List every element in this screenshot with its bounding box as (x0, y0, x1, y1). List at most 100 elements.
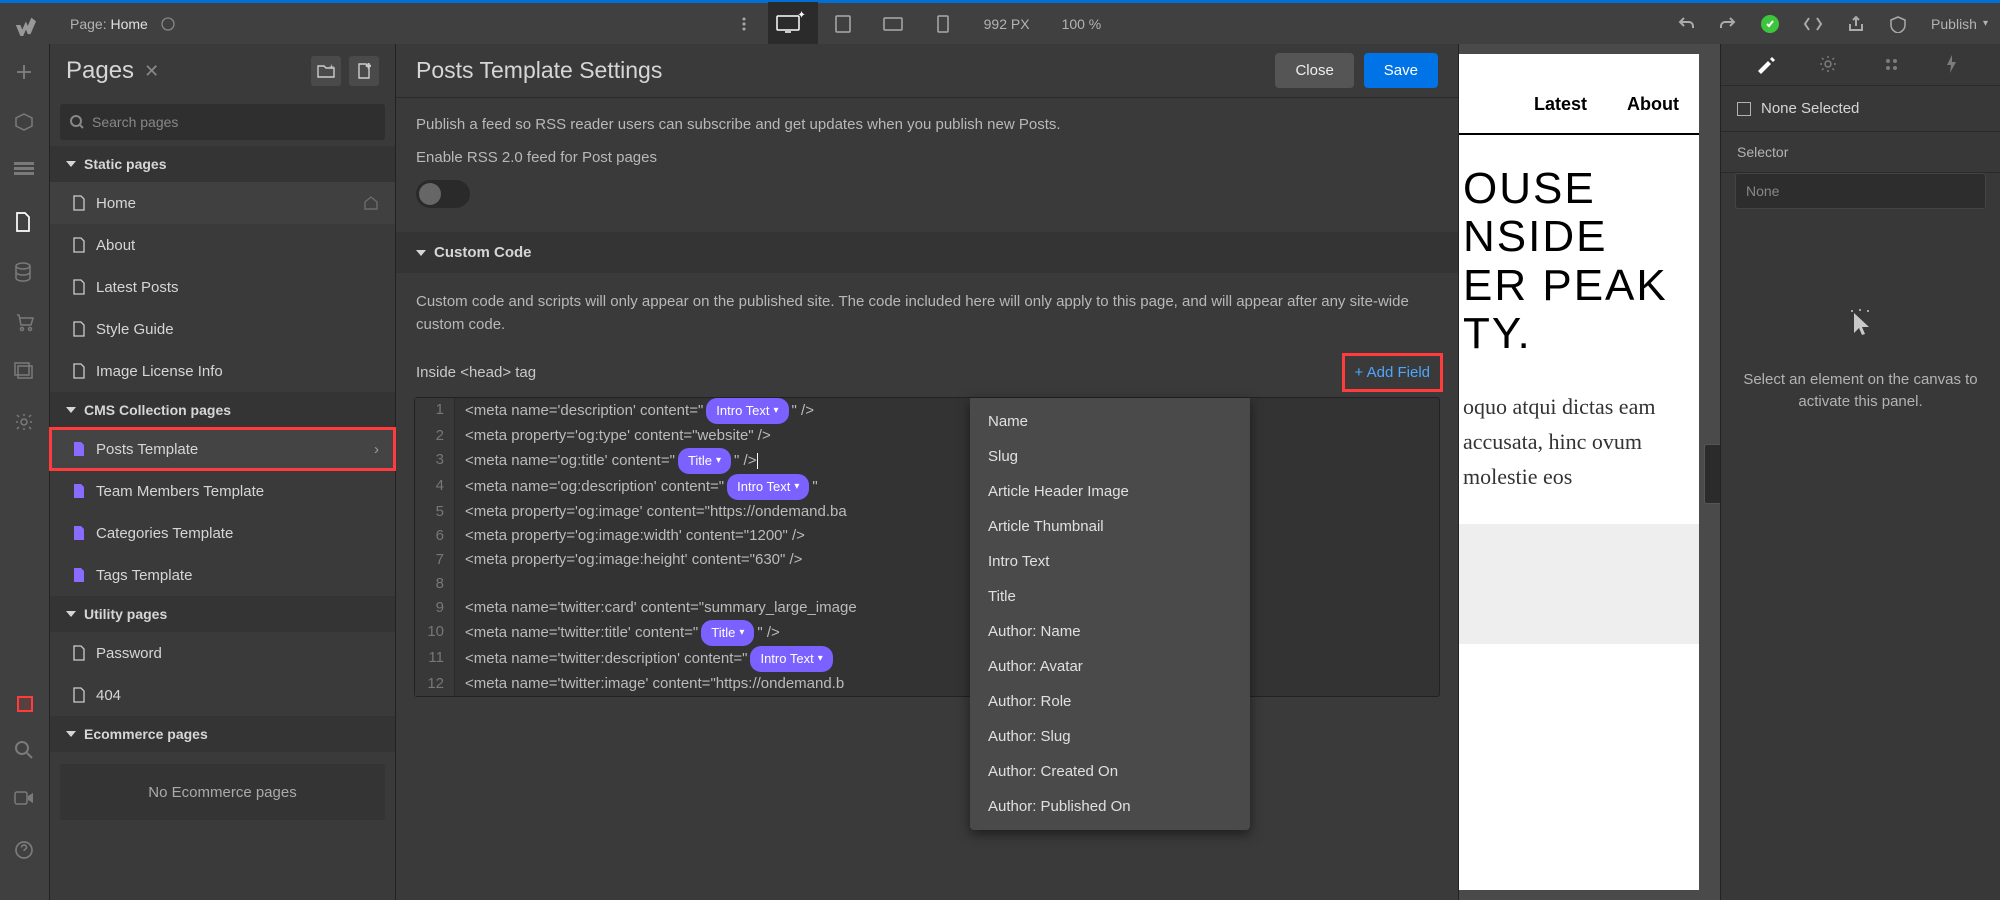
navigator-icon[interactable] (14, 162, 36, 184)
page-item-posts-template[interactable]: Posts Template› (50, 428, 395, 470)
status-ok-icon[interactable] (1761, 15, 1779, 33)
field-option-name[interactable]: Name (970, 404, 1250, 439)
page-icon (72, 645, 86, 661)
nav-latest[interactable]: Latest (1534, 94, 1587, 115)
canvas-content[interactable]: LatestAbout OUSE NSIDE ER PEAK TY. oquo … (1459, 54, 1699, 890)
field-option-author-published-on[interactable]: Author: Published On (970, 789, 1250, 824)
page-item-image-license[interactable]: Image License Info (50, 350, 395, 392)
page-item-404[interactable]: 404 (50, 674, 395, 716)
canvas-zoom: 100 % (1046, 16, 1118, 32)
style-manager-tab-icon[interactable] (1881, 54, 1903, 76)
page-item-latest-posts[interactable]: Latest Posts (50, 266, 395, 308)
code-icon[interactable] (1803, 16, 1823, 32)
field-option-intro-text[interactable]: Intro Text (970, 544, 1250, 579)
nav-about[interactable]: About (1627, 94, 1679, 115)
field-pill-title[interactable]: Title (678, 448, 731, 474)
field-option-article-thumbnail[interactable]: Article Thumbnail (970, 509, 1250, 544)
cms-page-icon (72, 483, 86, 499)
utility-pages-section[interactable]: Utility pages (50, 596, 395, 632)
settings-tab-icon[interactable] (1818, 54, 1840, 76)
add-element-icon[interactable] (14, 62, 36, 84)
project-settings-icon[interactable] (14, 412, 36, 434)
top-toolbar: Page: Home ✦ 992 PX 100 % Publish ▾ (0, 0, 2000, 44)
help-icon[interactable] (14, 840, 36, 862)
custom-code-section-header[interactable]: Custom Code (396, 232, 1458, 273)
new-folder-button[interactable]: + (311, 56, 341, 86)
new-page-button[interactable]: + (349, 56, 379, 86)
svg-text:+: + (366, 63, 371, 71)
page-item-password[interactable]: Password (50, 632, 395, 674)
field-option-author-avatar[interactable]: Author: Avatar (970, 649, 1250, 684)
rss-toggle[interactable] (416, 180, 470, 208)
pages-panel: Pages ✕ + + Search pages Static pages Ho… (50, 44, 396, 900)
chevron-down-icon (66, 407, 76, 413)
interactions-tab-icon[interactable] (1944, 54, 1966, 76)
field-option-author-slug[interactable]: Author: Slug (970, 719, 1250, 754)
chevron-down-icon (66, 611, 76, 617)
cms-pages-section[interactable]: CMS Collection pages (50, 392, 395, 428)
field-pill-title[interactable]: Title (701, 620, 754, 646)
field-option-author-name[interactable]: Author: Name (970, 614, 1250, 649)
page-item-tags-template[interactable]: Tags Template (50, 554, 395, 596)
page-item-home[interactable]: Home (50, 182, 395, 224)
video-icon[interactable] (14, 790, 36, 812)
field-option-title[interactable]: Title (970, 579, 1250, 614)
undo-icon[interactable] (1677, 15, 1695, 33)
components-icon[interactable] (14, 112, 36, 134)
canvas-resize-handle[interactable] (1704, 444, 1720, 504)
pages-icon[interactable] (14, 212, 36, 234)
head-code-editor[interactable]: 1<meta name='description' content="Intro… (414, 397, 1440, 697)
audit-icon[interactable] (17, 696, 33, 712)
settings-title: Posts Template Settings (416, 57, 662, 84)
chevron-right-icon: › (374, 441, 379, 458)
page-item-style-guide[interactable]: Style Guide (50, 308, 395, 350)
field-pill-intro-text[interactable]: Intro Text (706, 398, 788, 424)
audit-icon[interactable] (1889, 15, 1907, 33)
ecommerce-pages-section[interactable]: Ecommerce pages (50, 716, 395, 752)
assets-icon[interactable] (14, 362, 36, 384)
search-pages-input[interactable]: Search pages (60, 104, 385, 140)
cms-icon[interactable] (14, 262, 36, 284)
publish-button[interactable]: Publish ▾ (1931, 16, 1988, 32)
static-pages-section[interactable]: Static pages (50, 146, 395, 182)
field-option-article-header-image[interactable]: Article Header Image (970, 474, 1250, 509)
canvas-paragraph: oquo atqui dictas eam accusata, hinc ovu… (1459, 359, 1699, 525)
page-icon (72, 363, 86, 379)
cms-page-icon (72, 567, 86, 583)
page-name[interactable]: Home (110, 16, 147, 32)
none-selected-icon (1737, 102, 1751, 116)
phone-breakpoint-button[interactable] (918, 2, 968, 46)
pointer-cursor-icon (1846, 309, 1876, 345)
page-item-team-template[interactable]: Team Members Template (50, 470, 395, 512)
selector-input[interactable]: None (1735, 173, 1986, 209)
ecommerce-icon[interactable] (14, 312, 36, 334)
field-pill-intro-text[interactable]: Intro Text (750, 646, 832, 672)
ecommerce-empty-state: No Ecommerce pages (60, 764, 385, 820)
field-option-slug[interactable]: Slug (970, 439, 1250, 474)
field-option-author-created-on[interactable]: Author: Created On (970, 754, 1250, 789)
search-icon[interactable] (14, 740, 36, 762)
svg-text:+: + (329, 64, 334, 72)
style-tab-icon[interactable] (1755, 54, 1777, 76)
save-button[interactable]: Save (1364, 53, 1438, 88)
page-item-categories-template[interactable]: Categories Template (50, 512, 395, 554)
settings-and-canvas: Posts Template Settings Close Save Publi… (396, 44, 1720, 900)
page-icon (72, 237, 86, 253)
field-pill-intro-text[interactable]: Intro Text (727, 474, 809, 500)
close-button[interactable]: Close (1275, 53, 1353, 88)
redo-icon[interactable] (1719, 15, 1737, 33)
webflow-logo-icon[interactable] (14, 14, 36, 36)
add-field-button[interactable]: + Add Field (1347, 358, 1438, 387)
canvas-width: 992 PX (968, 16, 1046, 32)
tablet-breakpoint-button[interactable] (818, 2, 868, 46)
desktop-breakpoint-button[interactable]: ✦ (768, 2, 818, 46)
export-icon[interactable] (1847, 15, 1865, 33)
close-panel-icon[interactable]: ✕ (144, 61, 159, 82)
rss-description: Publish a feed so RSS reader users can s… (416, 116, 1438, 133)
field-option-author-role[interactable]: Author: Role (970, 684, 1250, 719)
phone-landscape-breakpoint-button[interactable] (868, 2, 918, 46)
more-vertical-icon[interactable] (736, 16, 752, 32)
refresh-icon[interactable] (160, 16, 176, 32)
page-item-about[interactable]: About (50, 224, 395, 266)
style-panel-placeholder-text: Select an element on the canvas to activ… (1741, 369, 1980, 414)
